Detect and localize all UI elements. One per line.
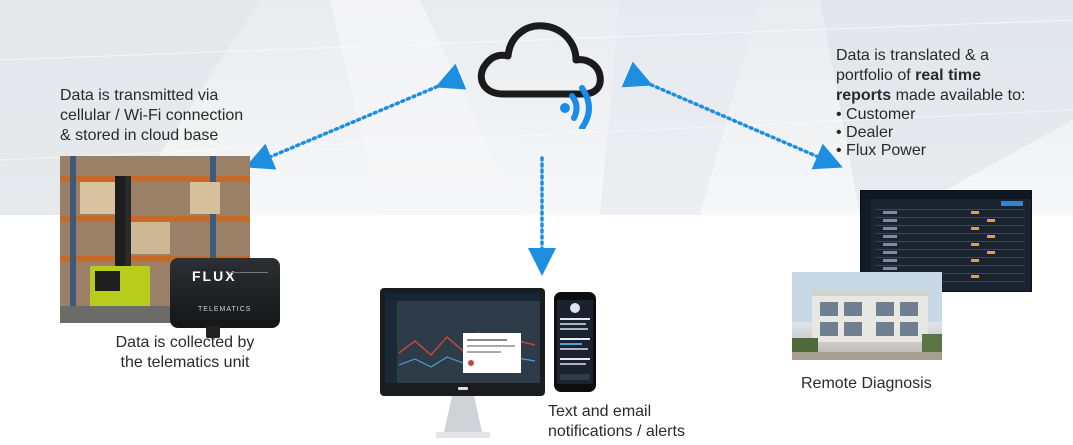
desktop-monitor: [380, 288, 545, 396]
telematics-unit: FLUX TELEMATICS: [170, 258, 280, 328]
arrow-cloud-reports: [621, 61, 843, 170]
building-photo: [792, 272, 942, 360]
alerts-description: Text and email notifications / alerts: [548, 403, 685, 440]
collected-description: Data is collected by the telematics unit: [115, 334, 255, 371]
monitor-screen: [385, 293, 540, 383]
transmit-description: Data is transmitted via cellular / Wi-Fi…: [60, 87, 244, 144]
diagnosis-label: Remote Diagnosis: [801, 375, 932, 392]
recipient-item: Dealer: [836, 124, 1071, 142]
arrow-cloud-forklift: [245, 63, 467, 170]
mobile-phone: [554, 292, 596, 392]
recipient-item: Flux Power: [836, 142, 1071, 160]
monitor-stand: [436, 396, 490, 438]
recipient-item: Customer: [836, 106, 1071, 124]
phone-screen: [557, 300, 593, 384]
recipient-list: Customer Dealer Flux Power: [836, 106, 1071, 160]
translate-description: Data is translated & a portfolio of real…: [836, 46, 1071, 160]
